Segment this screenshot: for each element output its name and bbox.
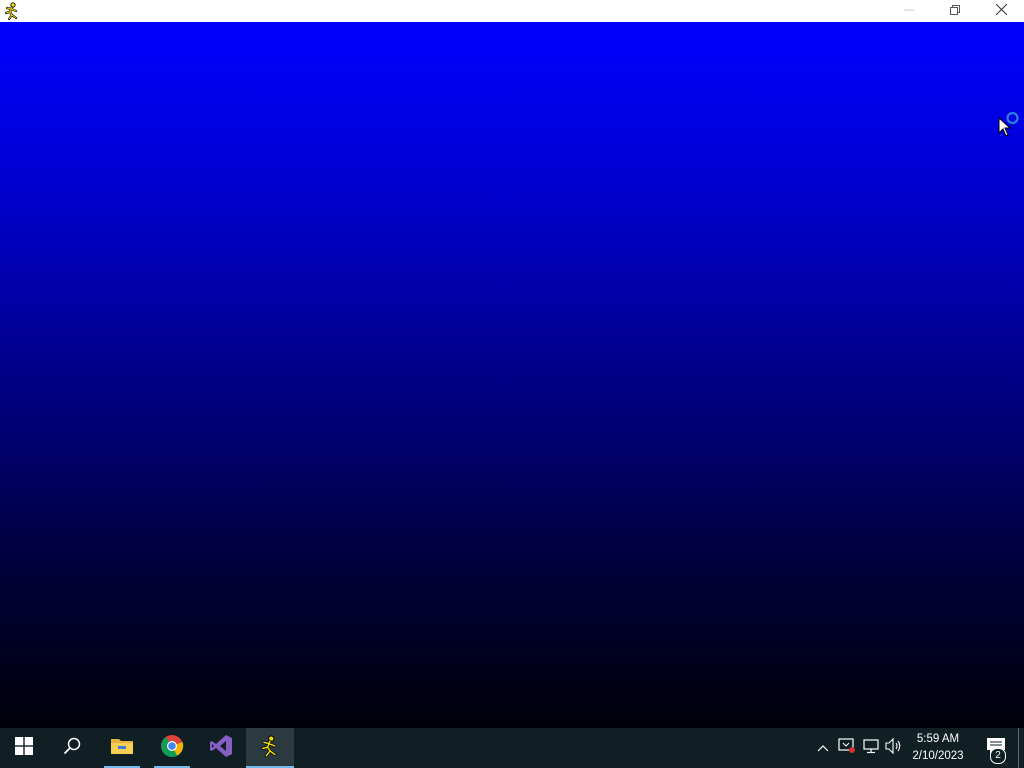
busy-cursor-icon	[998, 111, 1022, 138]
running-man-icon[interactable]	[3, 2, 21, 21]
security-alert-icon	[838, 737, 856, 759]
system-clock[interactable]: 5:59 AM 2/10/2023	[905, 731, 971, 765]
network-tray-button[interactable]	[862, 738, 880, 758]
close-icon	[995, 2, 1007, 20]
taskbar: 5:59 AM 2/10/2023 2	[0, 728, 1024, 768]
app-window	[0, 0, 1024, 728]
show-hidden-icons-button[interactable]	[814, 738, 832, 758]
folder-icon	[110, 736, 134, 761]
app-content-area	[0, 22, 1024, 728]
running-man-icon	[259, 734, 281, 762]
visual-studio-icon	[209, 734, 233, 763]
network-icon	[862, 738, 880, 759]
visual-studio-button[interactable]	[197, 728, 245, 768]
restore-icon	[950, 2, 960, 20]
restore-button[interactable]	[932, 0, 978, 22]
chrome-button[interactable]	[148, 728, 196, 768]
show-desktop-button[interactable]	[1018, 728, 1024, 768]
minimize-button[interactable]	[886, 0, 932, 22]
chrome-icon	[160, 734, 184, 763]
aim-button[interactable]	[246, 728, 294, 768]
clock-time: 5:59 AM	[916, 733, 960, 745]
clock-date: 2/10/2023	[912, 750, 964, 762]
security-tray-button[interactable]	[838, 737, 856, 759]
chevron-up-icon	[817, 739, 829, 757]
close-button[interactable]	[978, 0, 1024, 22]
search-icon	[63, 737, 81, 760]
search-button[interactable]	[48, 728, 96, 768]
start-button[interactable]	[0, 728, 48, 768]
volume-icon	[885, 737, 903, 759]
title-bar[interactable]	[0, 0, 1024, 22]
notification-count-badge: 2	[990, 748, 1006, 764]
minimize-icon	[904, 2, 914, 20]
file-explorer-button[interactable]	[98, 728, 146, 768]
windows-logo-icon	[15, 736, 33, 760]
volume-tray-button[interactable]	[885, 737, 903, 759]
